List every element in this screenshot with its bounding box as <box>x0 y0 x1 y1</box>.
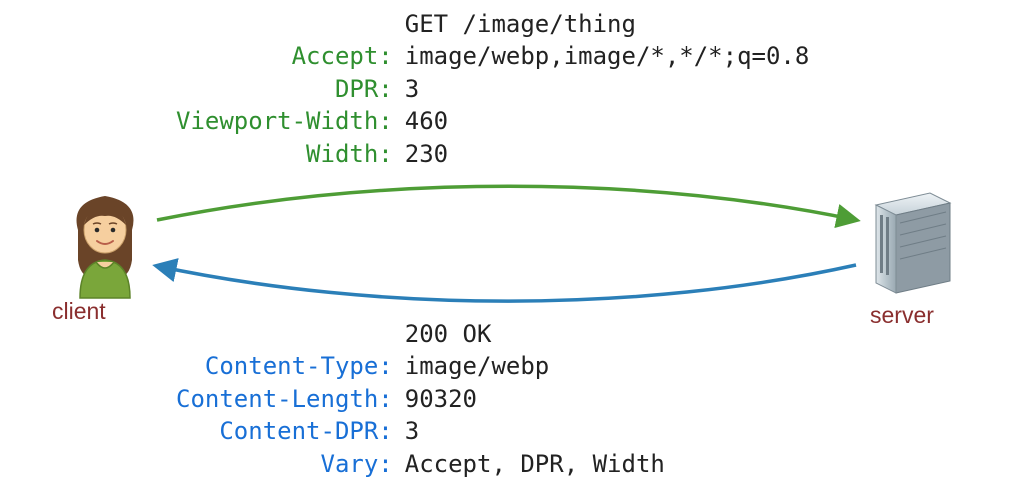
response-header-key: Content-Length: <box>170 383 399 415</box>
request-header-value: 230 <box>399 138 816 170</box>
response-header-row: Content-Length: 90320 <box>170 383 671 415</box>
http-response-block: 200 OK Content-Type: image/webp Content-… <box>170 318 671 480</box>
request-arrow <box>157 186 856 220</box>
request-header-key: DPR: <box>170 73 399 105</box>
client-icon <box>60 190 150 300</box>
response-line-row: 200 OK <box>170 318 671 350</box>
response-header-value: 3 <box>399 415 671 447</box>
response-line: 200 OK <box>399 318 671 350</box>
client-label: client <box>52 296 106 327</box>
response-header-key: Vary: <box>170 448 399 480</box>
http-request-block: GET /image/thing Accept: image/webp,imag… <box>170 8 815 170</box>
response-header-row: Content-DPR: 3 <box>170 415 671 447</box>
request-header-row: Accept: image/webp,image/*,*/*;q=0.8 <box>170 40 815 72</box>
request-header-row: Width: 230 <box>170 138 815 170</box>
request-header-value: 3 <box>399 73 816 105</box>
request-header-key: Accept: <box>170 40 399 72</box>
request-header-key: Viewport-Width: <box>170 105 399 137</box>
server-label: server <box>870 300 934 331</box>
request-header-key: Width: <box>170 138 399 170</box>
response-arrow <box>157 265 856 301</box>
response-header-row: Vary: Accept, DPR, Width <box>170 448 671 480</box>
response-header-value: image/webp <box>399 350 671 382</box>
response-header-value: 90320 <box>399 383 671 415</box>
diagram-canvas: GET /image/thing Accept: image/webp,imag… <box>0 0 1012 502</box>
response-header-value: Accept, DPR, Width <box>399 448 671 480</box>
request-header-value: 460 <box>399 105 816 137</box>
response-headers-table: 200 OK Content-Type: image/webp Content-… <box>170 318 671 480</box>
request-line: GET /image/thing <box>399 8 816 40</box>
server-icon <box>864 185 954 295</box>
response-header-key: Content-DPR: <box>170 415 399 447</box>
request-header-value: image/webp,image/*,*/*;q=0.8 <box>399 40 816 72</box>
request-headers-table: GET /image/thing Accept: image/webp,imag… <box>170 8 815 170</box>
request-header-row: DPR: 3 <box>170 73 815 105</box>
request-line-row: GET /image/thing <box>170 8 815 40</box>
response-header-row: Content-Type: image/webp <box>170 350 671 382</box>
response-header-key: Content-Type: <box>170 350 399 382</box>
request-header-row: Viewport-Width: 460 <box>170 105 815 137</box>
